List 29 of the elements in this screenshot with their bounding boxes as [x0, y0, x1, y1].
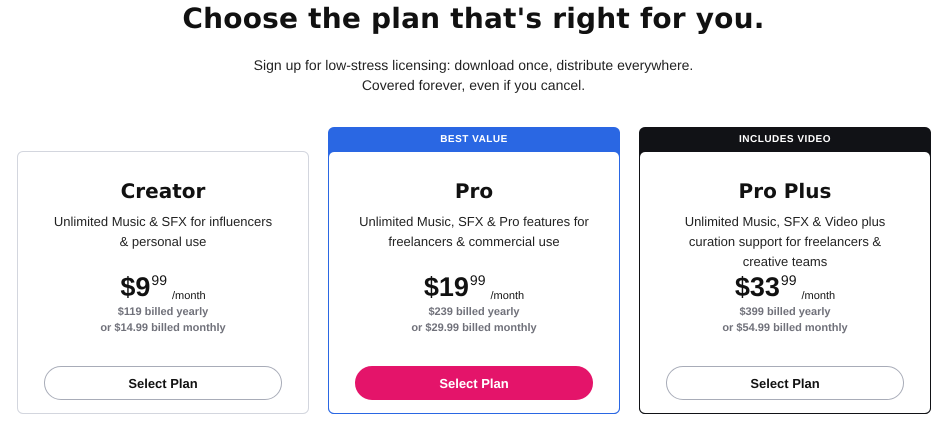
price-cents: 99 — [151, 272, 167, 288]
select-plan-button[interactable]: Select Plan — [666, 366, 904, 400]
subtitle-text: Sign up for low-stress licensing: download once, distribute everywhere. — [254, 56, 694, 75]
plan-name: Pro — [454, 178, 494, 204]
price-cents: 99 — [780, 272, 796, 288]
price-period: /month — [172, 290, 206, 302]
select-plan-button[interactable]: Select Plan — [44, 366, 282, 400]
plan-description: Unlimited Music, SFX & Pro features for freelancers & commercial use — [359, 213, 589, 251]
select-plan-button[interactable]: Select Plan — [355, 366, 593, 400]
plan-name: Pro Plus — [738, 178, 832, 204]
monthly-billing: or $29.99 billed monthly — [411, 321, 537, 336]
yearly-billing: $119 billed yearly — [118, 305, 208, 320]
price-period: /month — [802, 290, 836, 302]
plan-description: Unlimited Music & SFX for influencers & personal use — [52, 213, 274, 251]
price-amount: $19 — [424, 272, 469, 302]
subtitle-text: Covered forever, even if you cancel. — [362, 76, 586, 95]
plan-name: Creator — [120, 178, 206, 204]
price-period: /month — [490, 290, 524, 302]
page-heading: Choose the plan that's right for you. — [182, 1, 765, 37]
yearly-billing: $239 billed yearly — [428, 305, 520, 320]
monthly-billing: or $14.99 billed monthly — [100, 321, 226, 336]
banner-label: BEST VALUE — [439, 132, 509, 146]
price-amount: $33 — [734, 272, 780, 302]
plan-description: Unlimited Music, SFX & Video plus curation support for freelancers & creative teams — [684, 213, 886, 271]
price-cents: 99 — [470, 272, 486, 288]
banner-label: INCLUDES VIDEO — [738, 132, 832, 146]
price-amount: $9 — [120, 272, 150, 302]
yearly-billing: $399 billed yearly — [739, 305, 831, 320]
monthly-billing: or $54.99 billed monthly — [722, 321, 848, 336]
